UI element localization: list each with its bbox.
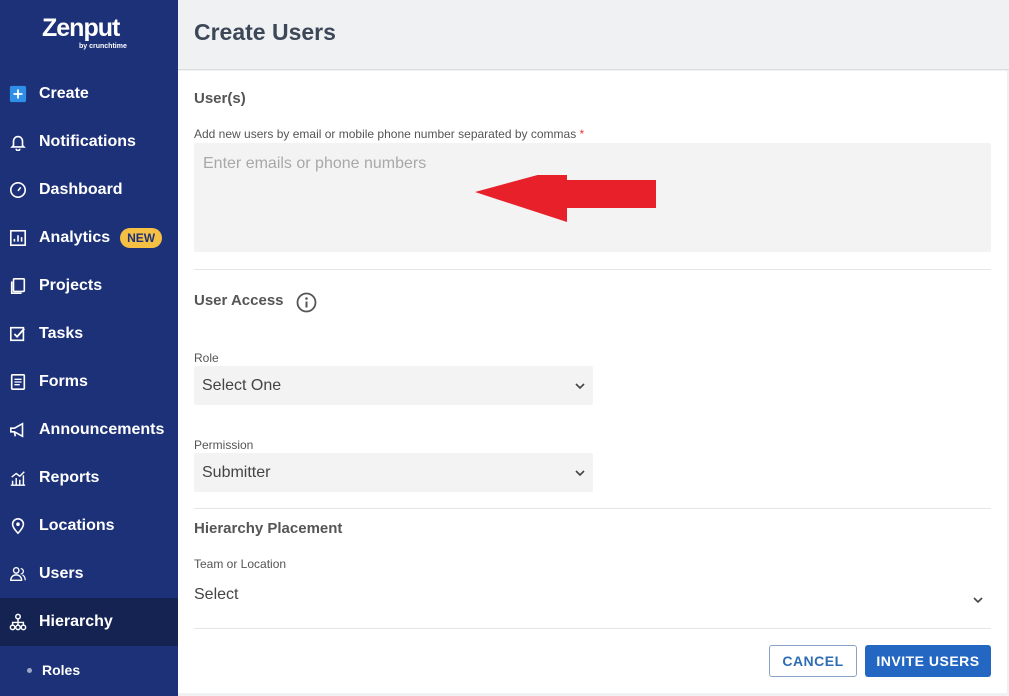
hierarchy-icon — [8, 612, 28, 632]
red-arrow-annotation — [475, 175, 656, 222]
sidebar-item-label: Analytics — [39, 229, 111, 246]
cancel-button[interactable]: CANCEL — [769, 645, 857, 677]
sidebar-item-label: Projects — [39, 277, 103, 294]
users-input-placeholder: Enter emails or phone numbers — [203, 155, 427, 172]
section-divider — [194, 508, 991, 509]
form-icon — [8, 372, 28, 392]
sidebar-item-label: Hierarchy — [39, 613, 113, 630]
chart-icon — [8, 228, 28, 248]
sidebar-item-label: Create — [39, 85, 89, 102]
sidebar-nav: Create Notifications Dashboard Analytics… — [0, 70, 178, 694]
sidebar-subitem-roles[interactable]: Roles — [0, 646, 178, 694]
permission-label: Permission — [194, 438, 254, 452]
sidebar-item-forms[interactable]: Forms — [0, 358, 178, 406]
sidebar-item-projects[interactable]: Projects — [0, 262, 178, 310]
bullet-dot-icon — [27, 667, 32, 673]
location-pin-icon — [8, 516, 28, 536]
sidebar-item-hierarchy[interactable]: Hierarchy — [0, 598, 178, 646]
sidebar-item-dashboard[interactable]: Dashboard — [0, 166, 178, 214]
sidebar-item-notifications[interactable]: Notifications — [0, 118, 178, 166]
user-access-title: User Access — [194, 292, 284, 309]
gauge-icon — [8, 180, 28, 200]
role-label: Role — [194, 351, 219, 365]
zenput-logo[interactable]: Zenput by crunchtime — [42, 14, 142, 54]
logo-wordmark: Zenput — [42, 14, 120, 42]
sidebar-item-label: Users — [39, 565, 84, 582]
megaphone-icon — [8, 420, 28, 440]
sidebar-item-label: Tasks — [39, 325, 84, 342]
sidebar: Zenput by crunchtime Create Notification… — [0, 0, 178, 696]
plus-icon — [8, 84, 28, 104]
chevron-down-icon — [575, 383, 585, 390]
page-header: Create Users — [178, 0, 1009, 70]
sidebar-item-label: Notifications — [39, 133, 136, 150]
sidebar-item-tasks[interactable]: Tasks — [0, 310, 178, 358]
section-divider — [194, 269, 991, 270]
users-section-title: User(s) — [194, 90, 246, 107]
bell-icon — [8, 132, 28, 152]
section-divider — [194, 628, 991, 629]
team-location-label: Team or Location — [194, 557, 287, 571]
logo-subtitle: by crunchtime — [79, 43, 127, 50]
users-field-label: Add new users by email or mobile phone n… — [194, 127, 584, 141]
users-field-label-text: Add new users by email or mobile phone n… — [194, 127, 577, 141]
sidebar-item-label: Forms — [39, 373, 88, 390]
invite-users-button[interactable]: INVITE USERS — [865, 645, 991, 677]
sidebar-item-label: Locations — [39, 517, 115, 534]
permission-select[interactable]: Submitter — [194, 453, 593, 492]
role-select[interactable]: Select One — [194, 366, 593, 405]
sidebar-item-locations[interactable]: Locations — [0, 502, 178, 550]
chevron-down-icon[interactable] — [973, 595, 983, 605]
projects-icon — [8, 276, 28, 296]
chevron-down-icon — [575, 470, 585, 477]
create-users-form: User(s) Add new users by email or mobile… — [178, 71, 1007, 693]
sidebar-item-announcements[interactable]: Announcements — [0, 406, 178, 454]
team-location-select[interactable]: Select — [194, 586, 238, 604]
sidebar-item-reports[interactable]: Reports — [0, 454, 178, 502]
page-title: Create Users — [194, 19, 336, 45]
required-mark: * — [579, 127, 585, 141]
role-select-value: Select One — [202, 377, 282, 394]
sidebar-item-label: Dashboard — [39, 181, 123, 198]
hierarchy-placement-title: Hierarchy Placement — [194, 520, 343, 537]
sidebar-item-label: Announcements — [39, 421, 165, 438]
new-badge: NEW — [120, 228, 163, 248]
sidebar-item-analytics[interactable]: Analytics NEW — [0, 214, 178, 262]
sidebar-item-create[interactable]: Create — [0, 70, 178, 118]
checkbox-icon — [8, 324, 28, 344]
users-icon — [8, 564, 28, 584]
sidebar-item-users[interactable]: Users — [0, 550, 178, 598]
sidebar-item-label: Reports — [39, 469, 100, 486]
reports-icon — [8, 468, 28, 488]
permission-select-value: Submitter — [202, 464, 271, 481]
sidebar-subitem-label: Roles — [42, 662, 81, 678]
info-icon[interactable] — [296, 292, 317, 313]
